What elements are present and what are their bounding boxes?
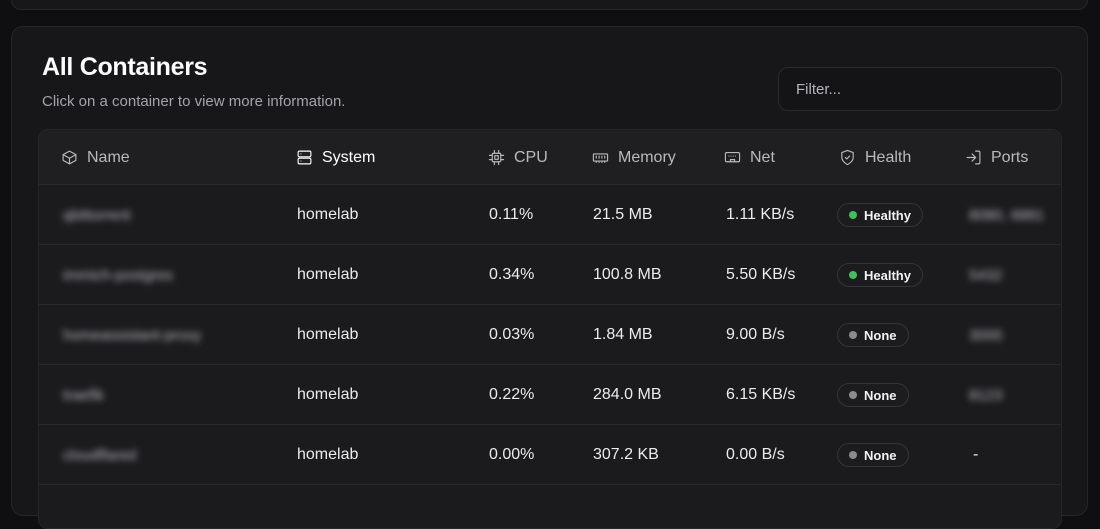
column-label-system: System bbox=[322, 148, 376, 166]
net-cell: 9.00 B/s bbox=[726, 326, 785, 343]
column-header-ports[interactable]: Ports bbox=[965, 130, 1028, 185]
system-cell: homelab bbox=[297, 386, 359, 403]
column-label-health: Health bbox=[865, 148, 912, 166]
container-name[interactable]: immich-postgres bbox=[63, 267, 173, 284]
table-row[interactable]: traefik homelab 0.22% 284.0 MB 6.15 KB/s… bbox=[39, 364, 1061, 424]
memory-cell: 307.2 KB bbox=[593, 446, 659, 463]
cpu-cell: 0.03% bbox=[489, 326, 535, 343]
memory-cell: 1.84 MB bbox=[593, 326, 653, 343]
health-label: None bbox=[864, 387, 897, 403]
health-label: None bbox=[864, 447, 897, 463]
health-label: None bbox=[864, 327, 897, 343]
filter-input[interactable] bbox=[778, 67, 1062, 111]
column-label-name: Name bbox=[87, 148, 130, 166]
page-subtitle: Click on a container to view more inform… bbox=[42, 93, 346, 110]
previous-panel-edge bbox=[11, 0, 1088, 10]
column-header-name[interactable]: Name bbox=[61, 130, 130, 185]
ethernet-port-icon bbox=[724, 151, 741, 163]
system-cell: homelab bbox=[297, 266, 359, 283]
status-dot-icon bbox=[849, 451, 857, 459]
table-row[interactable]: cloudflared homelab 0.00% 307.2 KB 0.00 … bbox=[39, 424, 1061, 484]
health-badge: None bbox=[837, 323, 909, 347]
health-badge: Healthy bbox=[837, 203, 923, 227]
system-cell: homelab bbox=[297, 446, 359, 463]
log-in-icon bbox=[966, 150, 981, 165]
system-cell: homelab bbox=[297, 206, 359, 223]
ports-cell: 3000 bbox=[969, 326, 1003, 344]
table-row[interactable]: immich-postgres homelab 0.34% 100.8 MB 5… bbox=[39, 244, 1061, 304]
health-label: Healthy bbox=[864, 267, 911, 283]
column-label-memory: Memory bbox=[618, 148, 676, 166]
containers-table: Name System CPU Memory Net Health Ports … bbox=[38, 129, 1062, 529]
ports-cell: 5432 bbox=[969, 266, 1003, 284]
health-badge: None bbox=[837, 383, 909, 407]
containers-card: All Containers Click on a container to v… bbox=[11, 26, 1088, 529]
system-cell: homelab bbox=[297, 326, 359, 343]
table-bottom-edge bbox=[39, 484, 1061, 528]
status-dot-icon bbox=[849, 391, 857, 399]
status-dot-icon bbox=[849, 331, 857, 339]
page-title: All Containers bbox=[42, 53, 208, 81]
memory-cell: 21.5 MB bbox=[593, 206, 653, 223]
shield-check-icon bbox=[841, 149, 854, 166]
health-label: Healthy bbox=[864, 207, 911, 223]
column-header-cpu[interactable]: CPU bbox=[488, 130, 548, 185]
health-badge: Healthy bbox=[837, 263, 923, 287]
status-dot-icon bbox=[849, 271, 857, 279]
container-name[interactable]: qbittorrent bbox=[63, 207, 131, 224]
column-header-net[interactable]: Net bbox=[724, 130, 775, 185]
memory-cell: 100.8 MB bbox=[593, 266, 662, 283]
table-header: Name System CPU Memory Net Health Ports bbox=[39, 130, 1061, 185]
column-header-system[interactable]: System bbox=[296, 130, 375, 185]
table-row[interactable]: homeassistant-proxy homelab 0.03% 1.84 M… bbox=[39, 304, 1061, 364]
net-cell: 6.15 KB/s bbox=[726, 386, 796, 403]
health-badge: None bbox=[837, 443, 909, 467]
container-name[interactable]: cloudflared bbox=[63, 447, 136, 464]
memory-icon bbox=[592, 153, 609, 164]
cpu-cell: 0.00% bbox=[489, 446, 535, 463]
container-name[interactable]: traefik bbox=[63, 387, 104, 404]
net-cell: 0.00 B/s bbox=[726, 446, 785, 463]
server-icon bbox=[297, 150, 312, 165]
cpu-cell: 0.34% bbox=[489, 266, 535, 283]
net-cell: 5.50 KB/s bbox=[726, 266, 796, 283]
column-header-memory[interactable]: Memory bbox=[592, 130, 676, 185]
status-dot-icon bbox=[849, 211, 857, 219]
ports-cell: 8080, 6881 bbox=[969, 206, 1045, 224]
memory-cell: 284.0 MB bbox=[593, 386, 662, 403]
column-label-ports: Ports bbox=[991, 148, 1029, 166]
column-header-health[interactable]: Health bbox=[839, 130, 911, 185]
column-label-net: Net bbox=[750, 148, 775, 166]
net-cell: 1.11 KB/s bbox=[726, 206, 795, 223]
cpu-cell: 0.22% bbox=[489, 386, 535, 403]
column-label-cpu: CPU bbox=[514, 148, 548, 166]
ports-cell: - bbox=[973, 446, 979, 463]
cpu-cell: 0.11% bbox=[489, 206, 534, 223]
container-name[interactable]: homeassistant-proxy bbox=[63, 327, 201, 344]
box-icon bbox=[62, 150, 77, 165]
cpu-icon bbox=[488, 149, 505, 166]
ports-cell: 8123 bbox=[969, 386, 1003, 404]
table-row[interactable]: qbittorrent homelab 0.11% 21.5 MB 1.11 K… bbox=[39, 184, 1061, 244]
